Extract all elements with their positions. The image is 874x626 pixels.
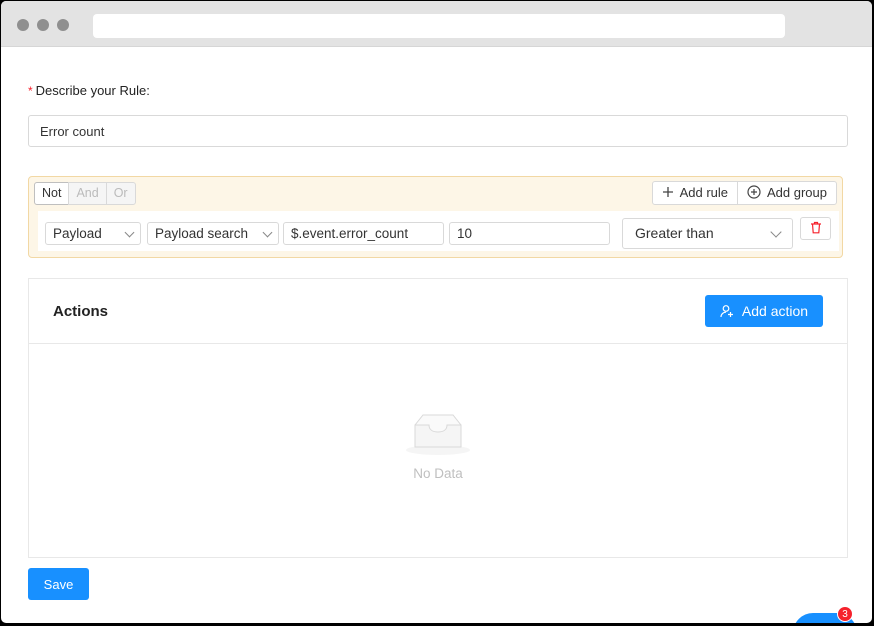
operator-select[interactable]: Greater than	[622, 218, 793, 249]
title-bar	[1, 1, 872, 47]
save-button[interactable]: Save	[28, 568, 89, 600]
field-select-value: Payload	[53, 226, 102, 241]
group-actions: Add rule Add group	[651, 181, 837, 205]
address-bar[interactable]	[93, 14, 785, 38]
required-mark: *	[28, 84, 33, 98]
add-rule-label: Add rule	[679, 185, 728, 200]
operator-select-value: Greater than	[635, 225, 714, 241]
browser-window: *Describe your Rule: Not And Or Add rule…	[1, 1, 872, 623]
chevron-down-icon	[770, 226, 782, 238]
logic-or-button[interactable]: Or	[105, 182, 136, 205]
source-select-value: Payload search	[155, 226, 249, 241]
notification-badge: 3	[837, 606, 853, 622]
rule-group: Not And Or Add rule Add group Payload Pa…	[28, 176, 843, 258]
logic-switch: Not And Or	[34, 182, 136, 205]
empty-state-text: No Data	[413, 466, 463, 481]
actions-card-header: Actions Add action	[29, 279, 847, 344]
plus-circle-icon	[747, 184, 761, 202]
path-input[interactable]: $.event.error_count	[283, 222, 444, 245]
add-action-label: Add action	[741, 303, 809, 319]
rule-label: * Describe your Rule:	[28, 83, 150, 98]
inbox-icon	[405, 413, 471, 460]
source-select[interactable]: Payload search	[147, 222, 279, 245]
rule-label-text: Describe your Rule	[35, 83, 147, 98]
add-rule-button[interactable]: Add rule	[651, 181, 738, 205]
add-group-label: Add group	[767, 185, 827, 200]
rule-label-colon: :	[146, 83, 150, 98]
rule-name-input[interactable]	[28, 115, 848, 147]
value-input[interactable]: 10	[449, 222, 610, 245]
trash-icon	[810, 221, 822, 237]
add-action-button[interactable]: Add action	[705, 295, 823, 327]
logic-not-button[interactable]: Not	[34, 182, 70, 205]
close-window-dot[interactable]	[17, 19, 29, 31]
user-add-icon	[720, 305, 733, 318]
add-group-button[interactable]: Add group	[737, 181, 837, 205]
actions-card: Actions Add action No Data	[28, 278, 848, 558]
chevron-down-icon	[124, 227, 135, 238]
rule-row: Payload Payload search $.event.error_cou…	[38, 211, 839, 251]
delete-rule-button[interactable]	[800, 217, 831, 240]
plus-icon	[662, 186, 674, 201]
minimize-window-dot[interactable]	[37, 19, 49, 31]
actions-title: Actions	[53, 303, 109, 320]
chevron-down-icon	[262, 227, 273, 238]
maximize-window-dot[interactable]	[57, 19, 69, 31]
field-select[interactable]: Payload	[45, 222, 141, 245]
logic-and-button[interactable]: And	[68, 182, 107, 205]
